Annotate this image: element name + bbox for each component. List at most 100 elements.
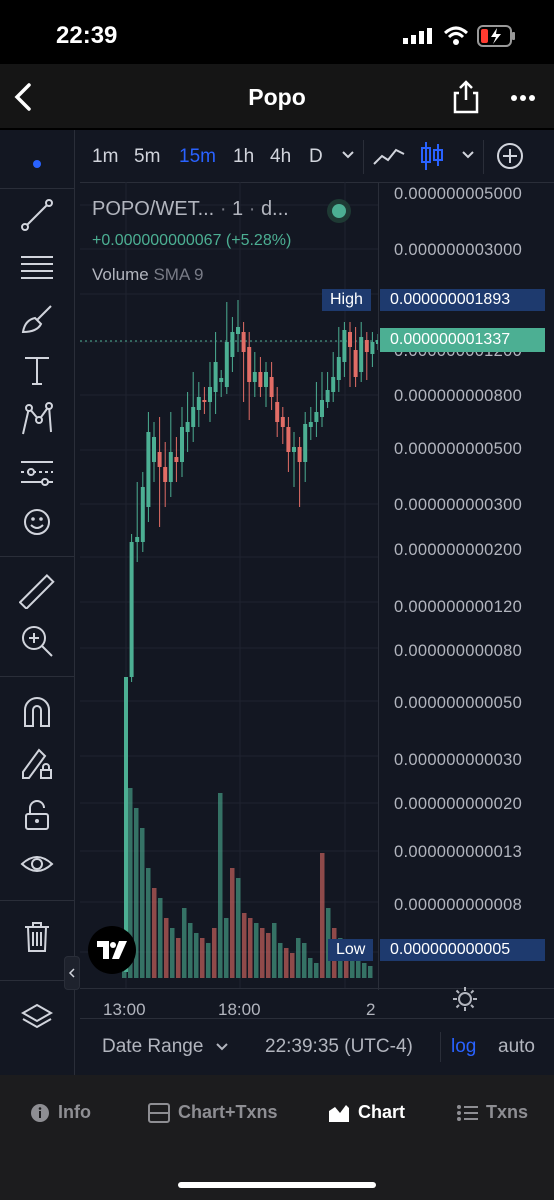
prediction-icon[interactable]: [17, 452, 57, 492]
candle-body: [342, 330, 347, 362]
tab-chart-txns[interactable]: Chart+Txns: [148, 1102, 278, 1123]
candle-body: [152, 437, 156, 462]
home-indicator: [178, 1182, 376, 1188]
candle-body: [163, 467, 168, 482]
unlock-icon[interactable]: [17, 795, 57, 835]
tab-label: Txns: [486, 1102, 529, 1122]
chevron-down-icon[interactable]: [340, 149, 356, 161]
brush-icon[interactable]: [17, 298, 57, 338]
list-icon: [457, 1104, 478, 1121]
market-status-icon: [327, 199, 351, 223]
time-axis[interactable]: [80, 988, 554, 1019]
chart-clock: 22:39:35 (UTC-4): [265, 1036, 413, 1057]
candle-body: [258, 372, 263, 387]
candle-body: [264, 372, 268, 387]
tab-label: Chart: [358, 1102, 406, 1122]
price-label: 0.000000000008: [394, 896, 523, 914]
ruler-icon[interactable]: [17, 571, 57, 611]
price-label: 0.000000000300: [394, 496, 523, 514]
legend-symbol-row: POPO/WET... · 1 · d...: [92, 198, 289, 220]
candlestick-icon[interactable]: [420, 140, 444, 172]
time-label: 2: [366, 1000, 376, 1019]
current-price-badge: 0.000000001337: [380, 328, 545, 352]
horizontal-lines-icon[interactable]: [17, 247, 57, 287]
candle-body: [196, 397, 201, 410]
price-label: 0.000000005000: [394, 185, 523, 203]
eye-icon[interactable]: [17, 844, 57, 884]
tab-txns[interactable]: Txns: [456, 1102, 528, 1123]
candle-body: [135, 537, 140, 542]
text-icon[interactable]: [17, 350, 57, 390]
volume-bar: [176, 938, 181, 978]
volume-bar: [254, 923, 259, 978]
candle-body: [320, 400, 324, 417]
candle-body: [359, 337, 364, 372]
lock-drawing-icon[interactable]: [17, 744, 57, 784]
chevron-down-icon[interactable]: [460, 149, 476, 161]
price-label: 0.000000000080: [394, 642, 523, 660]
volume-bar: [242, 913, 247, 978]
candle-body: [219, 378, 224, 382]
volume-bar: [224, 918, 229, 978]
time-label: 13:00: [103, 1000, 146, 1019]
wifi-icon: [443, 26, 469, 45]
volume-bar: [308, 958, 313, 978]
trash-icon[interactable]: [17, 916, 57, 956]
volume-bar: [284, 948, 289, 978]
volume-legend[interactable]: Volume SMA 9: [92, 265, 204, 285]
timeframe-15m[interactable]: 15m: [179, 146, 216, 168]
timeframe-4h[interactable]: 4h: [270, 146, 291, 168]
volume-bar: [152, 888, 157, 978]
layers-icon[interactable]: [17, 998, 57, 1038]
timeframe-D[interactable]: D: [309, 146, 323, 168]
tab-label: Info: [58, 1102, 91, 1122]
candle-body: [174, 457, 179, 462]
candle-body: [236, 327, 240, 334]
more-icon[interactable]: [510, 94, 536, 102]
log-scale-toggle[interactable]: log: [451, 1036, 476, 1058]
candle-body: [168, 452, 173, 482]
area-chart-icon: [329, 1104, 349, 1122]
legend-symbol[interactable]: POPO/WET...: [92, 198, 214, 220]
volume-bar: [140, 828, 145, 978]
candle-body: [275, 402, 280, 422]
volume-bar: [236, 878, 241, 978]
header: Popo: [0, 64, 554, 128]
candle-body: [331, 377, 336, 392]
price-label: 0.000000000020: [394, 795, 523, 813]
volume-bar: [314, 963, 319, 978]
tab-info[interactable]: Info: [30, 1102, 91, 1123]
tradingview-logo[interactable]: [88, 926, 136, 974]
volume-bar: [158, 898, 163, 978]
volume-label: Volume: [92, 265, 149, 284]
tab-chart[interactable]: Chart: [328, 1102, 405, 1123]
candle-body: [370, 342, 375, 354]
share-icon[interactable]: [452, 80, 480, 114]
add-indicator-icon[interactable]: [496, 142, 524, 170]
auto-scale-toggle[interactable]: auto: [498, 1036, 535, 1058]
pattern-icon[interactable]: [17, 400, 57, 440]
price-label: 0.000000000800: [394, 387, 523, 405]
low-badge-label: Low: [328, 939, 374, 961]
volume-bar: [194, 933, 199, 978]
timeframe-1h[interactable]: 1h: [233, 146, 254, 168]
time-label: 18:00: [218, 1000, 261, 1019]
trend-line-icon[interactable]: [17, 195, 57, 235]
timeframe-1m[interactable]: 1m: [92, 146, 118, 168]
emoji-icon[interactable]: [17, 502, 57, 542]
collapse-sidebar-button[interactable]: [64, 956, 80, 990]
candle-body: [124, 677, 128, 972]
settings-sun-icon[interactable]: [452, 986, 478, 1012]
volume-bar: [278, 943, 283, 978]
timeframe-toolbar: 1m 5m 15m 1h 4h D: [80, 130, 554, 183]
magnet-icon[interactable]: [17, 692, 57, 732]
candle-body: [224, 342, 229, 387]
back-icon[interactable]: [12, 82, 34, 112]
line-chart-icon[interactable]: [372, 142, 406, 170]
zoom-in-icon[interactable]: [17, 621, 57, 661]
timeframe-5m[interactable]: 5m: [134, 146, 160, 168]
date-range-button[interactable]: Date Range: [102, 1036, 229, 1058]
candle-body: [280, 417, 285, 427]
candle-body: [364, 340, 369, 352]
cursor-dot-icon[interactable]: [17, 144, 57, 184]
